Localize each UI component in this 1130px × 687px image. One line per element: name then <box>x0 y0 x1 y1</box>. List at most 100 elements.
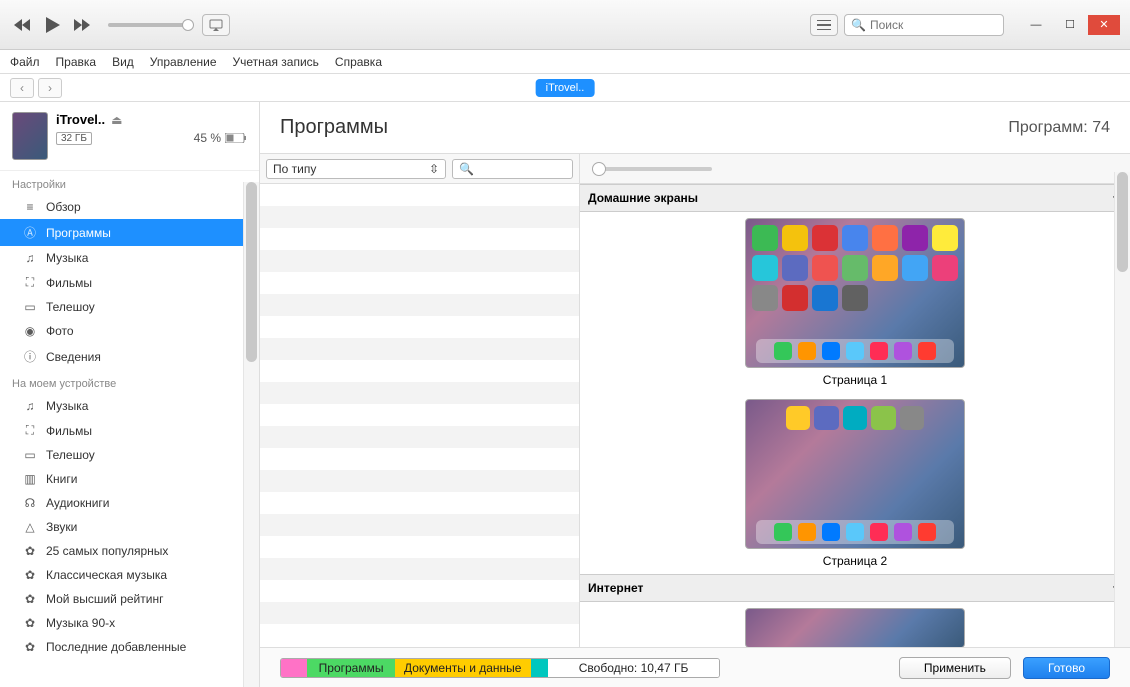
sidebar-item[interactable]: ✿Музыка 90-х <box>0 611 259 635</box>
minimize-button[interactable]: — <box>1020 15 1052 35</box>
sidebar-item[interactable]: ✿Классическая музыка <box>0 563 259 587</box>
home-page-2[interactable] <box>745 399 965 549</box>
app-row[interactable] <box>260 294 579 316</box>
app-icon <box>872 255 898 281</box>
maximize-button[interactable]: ☐ <box>1054 15 1086 35</box>
prev-button[interactable] <box>10 12 36 38</box>
app-icon <box>752 255 778 281</box>
app-row[interactable] <box>260 184 579 206</box>
app-row[interactable] <box>260 382 579 404</box>
dock-icon <box>798 523 816 541</box>
sidebar-item-label: Последние добавленные <box>46 640 186 654</box>
sidebar: iTrovel.. ⏏ 32 ГБ 45 % Настройки≡ОбзорⒶП… <box>0 102 260 687</box>
volume-slider[interactable] <box>108 23 188 27</box>
menu-view[interactable]: Вид <box>112 55 134 69</box>
sidebar-item[interactable]: ✿Мой высший рейтинг <box>0 587 259 611</box>
app-row[interactable] <box>260 426 579 448</box>
sidebar-scrollbar[interactable] <box>243 182 259 687</box>
sidebar-item[interactable]: ▭Телешоу <box>0 295 259 319</box>
done-button[interactable]: Готово <box>1023 657 1110 679</box>
sidebar-item[interactable]: ⛶Фильмы <box>0 418 259 443</box>
app-search[interactable]: 🔍 <box>452 159 573 179</box>
menu-controls[interactable]: Управление <box>150 55 217 69</box>
chevron-updown-icon: ⇳ <box>429 162 439 176</box>
group-home-screens: Домашние экраны+ <box>580 184 1130 212</box>
sidebar-item-label: Книги <box>46 472 77 486</box>
play-button[interactable] <box>40 12 66 38</box>
app-icon <box>812 225 838 251</box>
app-icon <box>932 255 958 281</box>
main-panel: Программы Программ: 74 По типу⇳ 🔍 <box>260 102 1130 687</box>
menu-edit[interactable]: Правка <box>56 55 97 69</box>
app-row[interactable] <box>260 448 579 470</box>
app-list[interactable] <box>260 184 579 647</box>
sidebar-item[interactable]: ✿Последние добавленные <box>0 635 259 659</box>
app-row[interactable] <box>260 272 579 294</box>
app-row[interactable] <box>260 492 579 514</box>
app-icon <box>900 406 924 430</box>
sidebar-item-label: Обзор <box>46 200 81 214</box>
sidebar-item-label: Музыка 90-х <box>46 616 115 630</box>
app-row[interactable] <box>260 316 579 338</box>
app-row[interactable] <box>260 558 579 580</box>
sidebar-item[interactable]: ⓘСведения <box>0 343 259 370</box>
sidebar-item[interactable]: △Звуки <box>0 515 259 539</box>
sidebar-item[interactable]: ♫Музыка <box>0 246 259 270</box>
menu-help[interactable]: Справка <box>335 55 382 69</box>
app-icon <box>843 406 867 430</box>
footer: ПрограммыДокументы и данныеСвободно: 10,… <box>260 647 1130 687</box>
apply-button[interactable]: Применить <box>899 657 1011 679</box>
sidebar-item[interactable]: ▭Телешоу <box>0 443 259 467</box>
type-select[interactable]: По типу⇳ <box>266 159 446 179</box>
sidebar-item-label: Программы <box>46 226 111 240</box>
app-row[interactable] <box>260 580 579 602</box>
next-button[interactable] <box>70 12 96 38</box>
search-input[interactable] <box>870 18 997 32</box>
playback-controls <box>10 12 230 38</box>
app-row[interactable] <box>260 228 579 250</box>
page-1-label: Страница 1 <box>580 373 1130 387</box>
sidebar-item[interactable]: ◉Фото <box>0 319 259 343</box>
device-chip[interactable]: iTrovel.. <box>536 79 595 97</box>
sidebar-group: На моем устройстве <box>0 370 259 394</box>
sidebar-item[interactable]: ✿25 самых популярных <box>0 539 259 563</box>
app-icon <box>782 225 808 251</box>
sidebar-item[interactable]: ⛶Фильмы <box>0 270 259 295</box>
dock-icon <box>918 523 936 541</box>
menu-file[interactable]: Файл <box>10 55 40 69</box>
sidebar-item[interactable]: ▥Книги <box>0 467 259 491</box>
app-row[interactable] <box>260 338 579 360</box>
app-row[interactable] <box>260 602 579 624</box>
dock-icon <box>870 342 888 360</box>
eject-icon[interactable]: ⏏ <box>111 113 122 127</box>
sidebar-item[interactable]: ♫Музыка <box>0 394 259 418</box>
internet-page[interactable] <box>745 608 965 647</box>
airplay-button[interactable] <box>202 14 230 36</box>
menu-account[interactable]: Учетная запись <box>233 55 319 69</box>
search-icon: 🔍 <box>851 18 866 32</box>
nav-forward-button[interactable]: › <box>38 78 62 98</box>
app-row[interactable] <box>260 514 579 536</box>
app-row[interactable] <box>260 404 579 426</box>
main-scrollbar[interactable] <box>1114 172 1130 647</box>
sidebar-item-label: Телешоу <box>46 448 95 462</box>
zoom-slider[interactable] <box>592 167 712 171</box>
home-page-1[interactable] <box>745 218 965 368</box>
app-row[interactable] <box>260 470 579 492</box>
sidebar-item[interactable]: ⒶПрограммы <box>0 219 259 246</box>
sidebar-item[interactable]: ☊Аудиокниги <box>0 491 259 515</box>
nav-back-button[interactable]: ‹ <box>10 78 34 98</box>
app-row[interactable] <box>260 250 579 272</box>
app-icon <box>842 225 868 251</box>
app-row[interactable] <box>260 360 579 382</box>
close-button[interactable]: ✕ <box>1088 15 1120 35</box>
sidebar-item-label: Фото <box>46 324 74 338</box>
sidebar-item[interactable]: ≡Обзор <box>0 195 259 219</box>
search-box[interactable]: 🔍 <box>844 14 1004 36</box>
app-icon <box>842 255 868 281</box>
app-row[interactable] <box>260 536 579 558</box>
sidebar-item-label: Мой высший рейтинг <box>46 592 163 606</box>
dock-icon <box>822 342 840 360</box>
app-row[interactable] <box>260 206 579 228</box>
list-view-button[interactable] <box>810 14 838 36</box>
